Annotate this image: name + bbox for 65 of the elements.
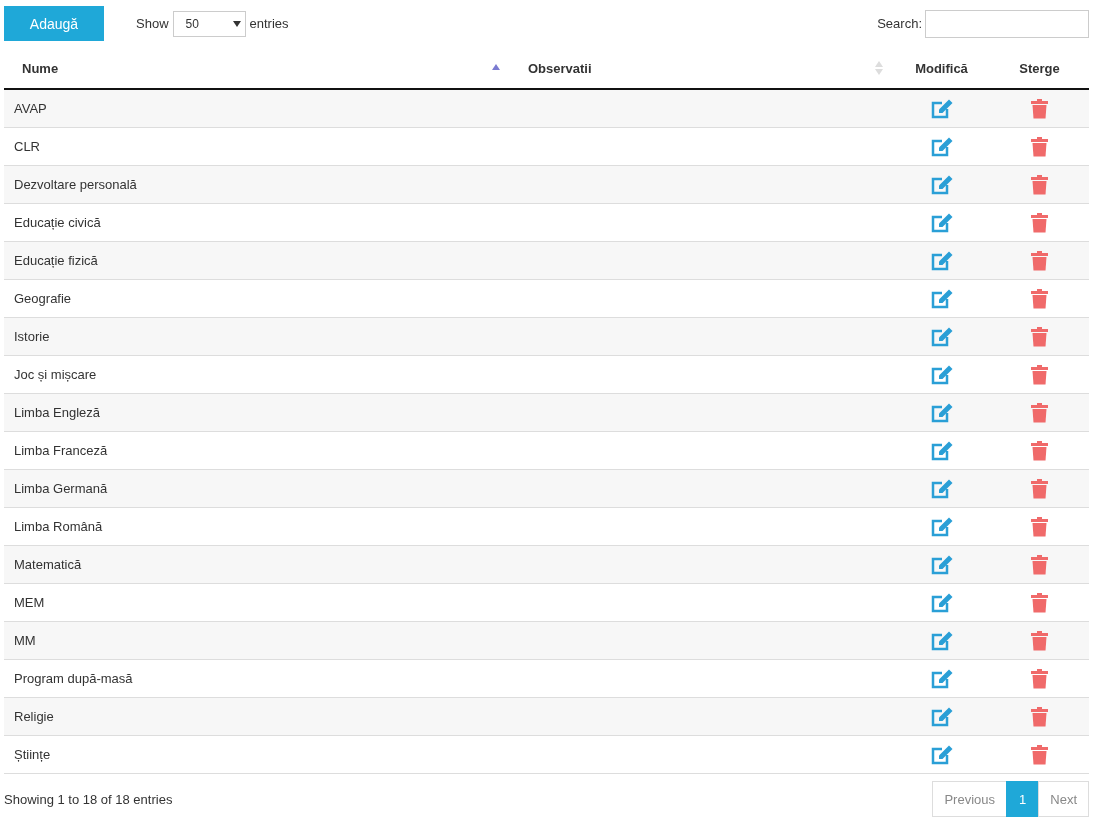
- search-field[interactable]: [925, 9, 1089, 38]
- table-cell: Dezvoltare personală: [14, 177, 137, 192]
- page-length-select[interactable]: 50: [172, 10, 246, 37]
- trash-icon[interactable]: [1031, 554, 1048, 575]
- trash-icon[interactable]: [1031, 402, 1048, 423]
- table-cell: Matematică: [14, 557, 82, 572]
- trash-icon[interactable]: [1031, 326, 1048, 347]
- trash-icon[interactable]: [1031, 592, 1048, 613]
- table-cell: MEM: [14, 595, 45, 610]
- table-cell: MM: [14, 633, 36, 648]
- trash-icon[interactable]: [1031, 478, 1048, 499]
- trash-icon[interactable]: [1031, 174, 1048, 195]
- table-cell: CLR: [14, 139, 40, 154]
- edit-icon[interactable]: [930, 250, 953, 271]
- caret-icon: [232, 20, 241, 27]
- trash-icon[interactable]: [1031, 212, 1048, 233]
- table-cell: Religie: [14, 709, 54, 724]
- trash-icon[interactable]: [1031, 250, 1048, 271]
- edit-icon[interactable]: [930, 212, 953, 233]
- edit-icon[interactable]: [930, 744, 953, 765]
- edit-icon[interactable]: [930, 174, 953, 195]
- edit-icon[interactable]: [930, 402, 953, 423]
- edit-icon[interactable]: [930, 516, 953, 537]
- edit-icon[interactable]: [930, 592, 953, 613]
- edit-icon[interactable]: [930, 288, 953, 309]
- table-cell: Geografie: [14, 291, 72, 306]
- edit-icon[interactable]: [930, 630, 953, 651]
- table-cell: Educație civică: [14, 215, 101, 230]
- trash-icon[interactable]: [1031, 440, 1048, 461]
- edit-icon[interactable]: [930, 364, 953, 385]
- edit-icon[interactable]: [930, 440, 953, 461]
- show-label: Show: [136, 16, 169, 31]
- table-cell: Limba Germană: [14, 481, 108, 496]
- table-cell: Limba Engleză: [14, 405, 100, 420]
- table-cell: Limba Română: [14, 519, 103, 534]
- table-cell: Joc și mișcare: [14, 367, 97, 382]
- column-header[interactable]: Observatii: [528, 60, 592, 76]
- table-cell: AVAP: [14, 101, 47, 116]
- table-cell: Educație fizică: [14, 253, 98, 268]
- edit-icon[interactable]: [930, 136, 953, 157]
- table-cell: Istorie: [14, 329, 50, 344]
- edit-icon[interactable]: [930, 478, 953, 499]
- edit-icon[interactable]: [930, 706, 953, 727]
- table-cell: Științe: [14, 747, 51, 762]
- trash-icon[interactable]: [1031, 98, 1048, 119]
- table-info: Showing 1 to 18 of 18 entries: [4, 791, 173, 807]
- column-header[interactable]: Nume: [22, 60, 59, 76]
- entries-label: entries: [249, 16, 289, 31]
- trash-icon[interactable]: [1031, 364, 1048, 385]
- trash-icon[interactable]: [1031, 744, 1048, 765]
- edit-icon[interactable]: [930, 668, 953, 689]
- search-label: Search:: [877, 16, 922, 31]
- edit-icon[interactable]: [930, 326, 953, 347]
- trash-icon[interactable]: [1031, 288, 1048, 309]
- column-header[interactable]: Sterge: [1019, 60, 1060, 76]
- trash-icon[interactable]: [1031, 630, 1048, 651]
- table-cell: Program după-masă: [14, 671, 133, 686]
- column-header[interactable]: Modifică: [915, 60, 968, 76]
- trash-icon[interactable]: [1031, 516, 1048, 537]
- edit-icon[interactable]: [930, 98, 953, 119]
- trash-icon[interactable]: [1031, 136, 1048, 157]
- trash-icon[interactable]: [1031, 668, 1048, 689]
- edit-icon[interactable]: [930, 554, 953, 575]
- table-cell: Limba Franceză: [14, 443, 108, 458]
- trash-icon[interactable]: [1031, 706, 1048, 727]
